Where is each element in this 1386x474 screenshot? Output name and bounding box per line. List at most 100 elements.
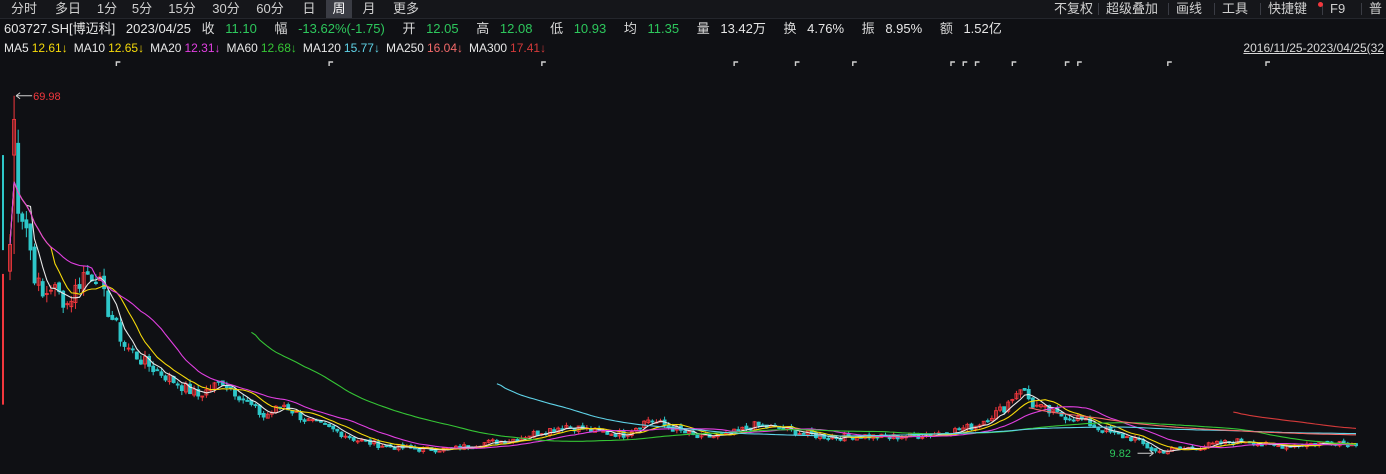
ma-legend-item-ma120: MA120 15.77↓ [303,41,380,55]
time-marker [962,61,968,66]
candle [339,431,344,439]
candle [646,416,651,425]
time-marker [1167,61,1172,66]
candle [736,426,741,432]
avg-value: 11.35 [647,21,680,36]
ma-legend-name: MA5 [4,41,29,55]
period-tab-7[interactable]: 日 [296,0,322,18]
ma-legend-value: 17.41↓ [510,41,547,55]
candle [994,407,998,420]
toolbar-right-item-2[interactable]: 画线 [1176,0,1202,18]
toolbar-right-item-3[interactable]: 工具 [1222,0,1248,18]
ma-legend-value: 15.77↓ [343,41,380,55]
ma-line-ma20 [9,181,1356,449]
volume-value: 13.42万 [720,21,766,36]
time-marker [541,61,546,66]
candle [241,394,246,404]
candle [347,434,352,440]
period-tab-9[interactable]: 月 [356,0,382,18]
candle [981,420,986,426]
candle [65,301,70,310]
time-marker [328,61,334,66]
candle [343,433,348,439]
candle [998,403,1002,413]
period-tab-1[interactable]: 多日 [48,0,88,18]
candle [331,425,336,433]
candle [196,384,201,400]
toolbar-right-item-1[interactable]: 超级叠加 [1106,0,1158,18]
candle [568,425,573,429]
candle [143,350,147,369]
time-marker [1265,61,1270,66]
ma-legend-name: MA120 [302,41,341,55]
period-tab-0[interactable]: 分时 [4,0,44,18]
period-tab-2[interactable]: 1分 [92,0,122,18]
candle [711,435,716,439]
candle [355,439,360,445]
toolbar-right-item-4[interactable]: 快捷键 [1268,0,1307,18]
ma-line-ma300 [1233,411,1357,429]
candle [826,436,831,442]
candle [1026,385,1031,401]
candle [138,355,143,366]
candle [155,367,160,372]
avg-label: 均 [623,21,637,36]
candle [507,439,512,444]
candle [57,281,62,295]
ma-legend-name: MA250 [385,41,424,55]
low-label: 低 [550,21,564,36]
period-tab-4[interactable]: 15分 [162,0,202,18]
candle [1022,388,1027,391]
turnover-value: 4.76% [807,21,845,36]
candle [1153,448,1158,454]
open-label: 开 [402,21,416,36]
high-value: 12.08 [499,21,533,36]
change-value: -13.62%(-1.75) [298,21,385,36]
ma-legend-value: 12.65↓ [108,41,145,55]
toolbar-right-item-5[interactable]: F9 [1330,0,1345,18]
notification-dot [1318,2,1323,7]
candle [695,434,700,439]
toolbar-right-item-0[interactable]: 不复权 [1054,0,1093,18]
candle [147,353,152,372]
candle [396,444,401,452]
candle [957,426,962,431]
candle [306,417,311,422]
candle [192,385,197,398]
turnover-label: 换 [783,21,797,36]
close-value: 11.10 [225,21,257,36]
ma-line-ma60 [251,331,1357,445]
candle [1014,390,1019,400]
candle [1067,415,1072,422]
period-tab-6[interactable]: 60分 [250,0,290,18]
candle [989,415,994,422]
candle [335,428,340,434]
toolbar-separator [1098,3,1099,15]
toolbar-right-item-6[interactable]: 普 [1369,0,1382,18]
candle [969,422,974,431]
candlestick-chart[interactable]: 69.98 9.82 [0,56,1386,474]
ma-legend-value: 12.61↓ [31,41,68,55]
candle [372,439,377,446]
candle [351,437,356,443]
candle [130,345,135,354]
high-marker-label: 69.98 [33,91,61,103]
ma-legend-name: MA300 [469,41,508,55]
period-tab-8[interactable]: 周 [326,0,352,18]
period-tab-5[interactable]: 30分 [206,0,246,18]
candle [384,445,389,448]
time-marker [115,61,121,66]
candle [200,395,205,402]
candle [175,381,180,389]
high-label: 高 [476,21,490,36]
candle [237,395,242,403]
period-tab-3[interactable]: 5分 [126,0,158,18]
low-marker-label: 9.82 [1110,448,1131,460]
time-marker [950,61,955,66]
candle [1157,449,1162,454]
period-tab-10[interactable]: 更多 [386,0,426,18]
candle [609,433,614,436]
ma-legend-item-ma300: MA300 17.41↓ [469,41,546,55]
date-range-label[interactable]: 2016/11/25-2023/04/25(32 [1243,40,1384,56]
candle [1010,398,1015,404]
